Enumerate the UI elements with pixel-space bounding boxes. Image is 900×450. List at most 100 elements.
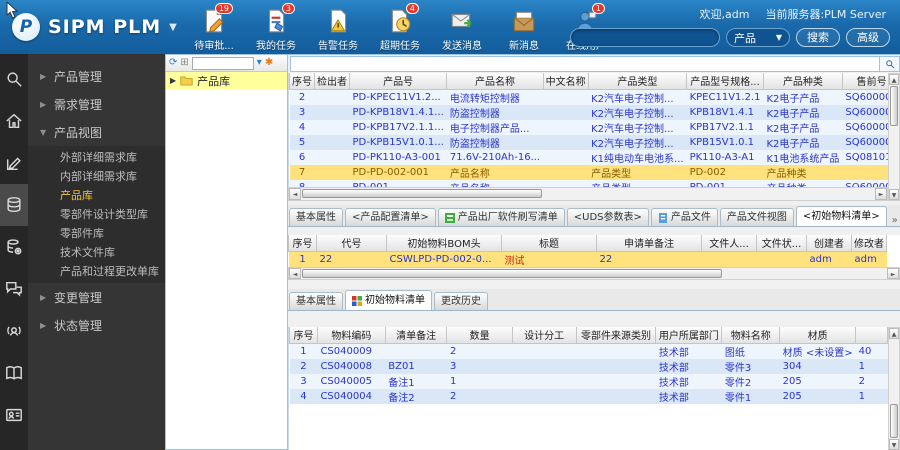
column-header[interactable]: 修改者 xyxy=(851,235,887,252)
column-header[interactable]: 产品号 xyxy=(348,73,448,90)
column-header[interactable]: 初始物料BOM头 xyxy=(386,235,502,252)
column-header[interactable]: 物料名称 xyxy=(721,327,781,344)
tree-filter-input[interactable] xyxy=(191,56,254,70)
strip-item-library[interactable] xyxy=(0,352,28,394)
table-row[interactable]: 4 CS040004 备注2 2 技术部 零件1 205 1 xyxy=(289,388,888,404)
column-header[interactable]: 产品型号规格... xyxy=(686,73,764,90)
scroll-thumb[interactable] xyxy=(890,404,898,438)
sidebar-item-product-view[interactable]: ▼ 产品视图 xyxy=(28,118,165,146)
table-row[interactable]: 6 PD-PK110-A3-001 71.6V-210Ah-16... K1纯电动车电… xyxy=(289,149,888,165)
column-header[interactable]: 用户所属部门 xyxy=(655,327,723,344)
column-header[interactable]: 创建者 xyxy=(806,235,852,252)
table-row[interactable]: 7 PD-PD-002-001 产品名称 产品类型 PD-002 产品种类 xyxy=(289,164,888,180)
strip-item-data-active[interactable] xyxy=(0,184,28,226)
list-filter-input[interactable] xyxy=(290,56,880,72)
scroll-thumb[interactable] xyxy=(302,189,542,198)
list-search-button[interactable] xyxy=(880,56,900,72)
column-header[interactable]: 文件人... xyxy=(701,235,757,252)
column-header[interactable] xyxy=(855,327,888,344)
column-header[interactable]: 文件状... xyxy=(756,235,807,252)
toolbar-item-pending-approval[interactable]: 19 待审批... xyxy=(183,3,245,52)
tree-node-product-lib[interactable]: ▶ 产品库 xyxy=(166,72,287,89)
sidebar-item-tech-doc-lib[interactable]: 技术文件库 xyxy=(28,243,165,262)
locate-icon[interactable]: ⊞ xyxy=(180,58,188,68)
strip-item-search[interactable] xyxy=(0,58,28,100)
scroll-left-arrow[interactable]: ◄ xyxy=(289,188,301,200)
bom-lines-vscrollbar[interactable]: ▲ ▼ xyxy=(888,327,900,450)
expander-icon[interactable]: ▶ xyxy=(170,76,176,85)
sidebar-item-product-mgmt[interactable]: ▶ 产品管理 xyxy=(28,62,165,90)
scroll-right-arrow[interactable]: ► xyxy=(875,188,887,200)
toolbar-item-overdue-tasks[interactable]: 4 超期任务 xyxy=(369,3,431,52)
column-header[interactable]: 序号 xyxy=(288,235,317,252)
search-category-select[interactable]: 产品 ▼ xyxy=(726,28,790,47)
column-header[interactable]: 标题 xyxy=(501,235,597,252)
strip-item-broadcast[interactable] xyxy=(0,310,28,352)
column-header[interactable]: 售前号 xyxy=(841,73,888,90)
table-row[interactable]: 3 CS040005 备注1 1 技术部 零件2 205 2 xyxy=(289,373,888,389)
tab-product-files[interactable]: 产品文件 xyxy=(650,208,718,226)
tab-overflow-icon[interactable]: » xyxy=(888,215,900,226)
table-row[interactable]: 1 22 CSWLPD-PD-002-0... 测试 22 adm adm xyxy=(288,251,887,267)
sidebar-item-external-req-lib[interactable]: 外部详细需求库 xyxy=(28,148,165,167)
logo-dropdown-icon[interactable]: ▼ xyxy=(169,22,177,33)
sidebar-item-internal-req-lib[interactable]: 内部详细需求库 xyxy=(28,167,165,186)
tab-basic-props[interactable]: 基本属性 xyxy=(289,208,343,226)
column-header[interactable]: 检出者 xyxy=(314,73,350,90)
scroll-thumb[interactable] xyxy=(890,86,898,126)
strip-item-edit[interactable] xyxy=(0,142,28,184)
app-logo[interactable]: P SIPM PLM ▼ xyxy=(12,13,177,41)
toolbar-item-new-messages[interactable]: 新消息 xyxy=(493,6,555,52)
tab-factory-software-list[interactable]: 产品出厂软件刷写清单 xyxy=(437,208,565,226)
search-button[interactable]: 搜索 xyxy=(796,28,840,47)
tab-bom-change-history[interactable]: 更改历史 xyxy=(434,292,488,310)
table-row[interactable]: 2 PD-KPEC11V1.2... 电流转矩控制器 K2汽车电子控制... KPEC1… xyxy=(289,89,888,105)
sidebar-item-status-mgmt[interactable]: ▶ 状态管理 xyxy=(28,311,165,339)
column-header[interactable]: 设计分工 xyxy=(511,327,577,344)
column-header[interactable]: 申请单备注 xyxy=(596,235,702,252)
column-header[interactable]: 产品类型 xyxy=(587,73,688,90)
strip-item-home[interactable] xyxy=(0,100,28,142)
toolbar-item-my-tasks[interactable]: 3 我的任务 xyxy=(245,3,307,52)
table-row[interactable]: 8PD-001产品名称产品类型PD-001产品种类SQ600001 xyxy=(289,179,888,187)
global-search-input[interactable] xyxy=(570,28,720,47)
scroll-thumb[interactable] xyxy=(302,269,722,278)
strip-item-messages[interactable] xyxy=(0,268,28,310)
tab-product-config-list[interactable]: <产品配置清单> xyxy=(345,208,436,226)
column-header[interactable]: 序号 xyxy=(289,73,315,90)
column-header[interactable]: 数量 xyxy=(446,327,513,344)
column-header[interactable]: 物料编码 xyxy=(316,327,386,344)
table-row[interactable]: 2 CS040008 BZ01 3 技术部 零件3 304 1 xyxy=(289,358,888,374)
tree-dropdown-icon[interactable]: ▾ xyxy=(257,58,262,68)
column-header[interactable]: 中文名称 xyxy=(542,73,589,90)
sidebar-item-requirement-mgmt[interactable]: ▶ 需求管理 xyxy=(28,90,165,118)
tab-initial-bom[interactable]: <初始物料清单> xyxy=(795,206,887,226)
table-row[interactable]: 5 PD-KPB15V1.0.1... 防盗控制器 K2汽车电子控制... KPB15V… xyxy=(289,134,888,150)
column-header[interactable]: 材质 xyxy=(779,327,857,344)
tree-add-icon[interactable]: ✱ xyxy=(265,58,273,68)
table-row[interactable]: 3 PD-KPB18V1.4.1... 防盗控制器 K2汽车电子控制... KPB18V… xyxy=(289,104,888,120)
sidebar-item-part-lib[interactable]: 零部件库 xyxy=(28,224,165,243)
column-header[interactable]: 产品种类 xyxy=(762,73,843,90)
bom-header-hscrollbar[interactable]: ◄ ► xyxy=(288,267,900,280)
toolbar-item-send-message[interactable]: 发送消息 xyxy=(431,6,493,52)
scroll-left-arrow[interactable]: ◄ xyxy=(289,268,301,279)
column-header[interactable]: 清单备注 xyxy=(384,327,448,344)
tab-bom-initial-list[interactable]: 初始物料清单 xyxy=(345,290,432,310)
advanced-search-button[interactable]: 高级 xyxy=(846,28,890,47)
column-header[interactable]: 序号 xyxy=(289,327,318,344)
sidebar-item-part-design-type-lib[interactable]: 零部件设计类型库 xyxy=(28,205,165,224)
column-header[interactable]: 代号 xyxy=(316,235,387,252)
toolbar-item-alert-tasks[interactable]: 告警任务 xyxy=(307,6,369,52)
sidebar-item-change-order-lib[interactable]: 产品和过程更改单库 xyxy=(28,262,165,281)
scroll-up-arrow[interactable]: ▲ xyxy=(889,74,899,85)
strip-item-idcard[interactable] xyxy=(0,394,28,436)
column-header[interactable]: 产品名称 xyxy=(446,73,544,90)
sidebar-item-change-mgmt[interactable]: ▶ 变更管理 xyxy=(28,283,165,311)
scroll-down-arrow[interactable]: ▼ xyxy=(889,439,899,450)
strip-item-data-admin[interactable] xyxy=(0,226,28,268)
sidebar-item-product-lib-selected[interactable]: 产品库 xyxy=(28,186,165,205)
product-table-vscrollbar[interactable]: ▲ ▼ xyxy=(888,73,900,201)
tab-bom-basic-props[interactable]: 基本属性 xyxy=(289,292,343,310)
tab-uds-params[interactable]: <UDS参数表> xyxy=(566,208,649,226)
